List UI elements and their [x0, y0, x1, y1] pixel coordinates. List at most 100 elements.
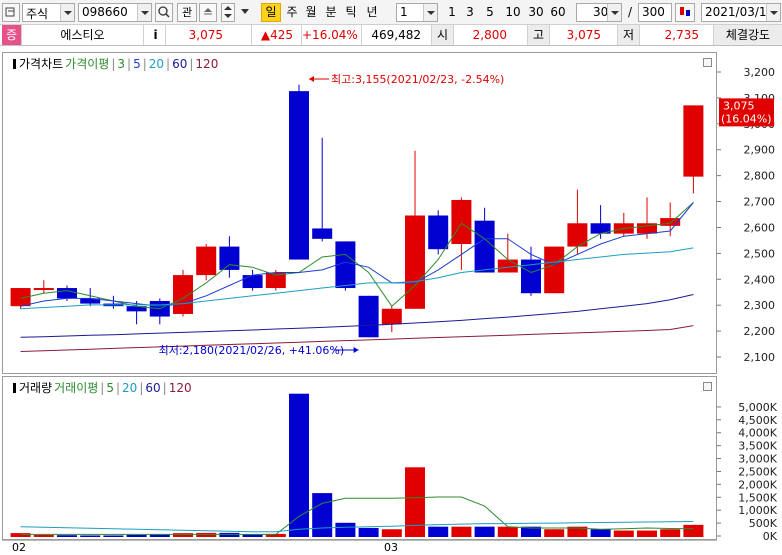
- price-legend-item[interactable]: 3: [117, 57, 125, 71]
- open-value: 2,800: [454, 25, 528, 45]
- candle-body: [312, 228, 333, 239]
- low-value: 2,735: [640, 25, 714, 45]
- tab-tick[interactable]: 틱: [342, 3, 360, 22]
- volume-tick-label: 5,000K: [738, 401, 777, 414]
- x-label-02: 02: [12, 541, 26, 554]
- tab-year[interactable]: 년: [362, 3, 382, 22]
- volume-value-text: 469,482: [371, 28, 421, 42]
- volume-bar: [544, 529, 565, 537]
- price-legend-item[interactable]: 60: [172, 57, 187, 71]
- code-input[interactable]: 098660: [78, 3, 152, 22]
- chevron-down-glyph: [241, 9, 249, 14]
- current-price-tag-value: 3,075: [723, 99, 755, 112]
- register-button[interactable]: 관: [177, 3, 197, 22]
- price-legend-item[interactable]: 5: [133, 57, 141, 71]
- search-icon[interactable]: [155, 3, 173, 22]
- volume-bar: [149, 534, 170, 537]
- tab-month[interactable]: 월: [302, 3, 320, 22]
- quick-unit-1[interactable]: 1: [444, 3, 460, 22]
- ma-line-5: [20, 202, 694, 307]
- volume-legend-item[interactable]: 120: [169, 381, 192, 395]
- tab-week[interactable]: 주: [283, 3, 301, 22]
- chevron-down-icon[interactable]: [137, 4, 151, 21]
- y-tick-label: 2,300: [744, 299, 776, 312]
- y-tick-label: 2,200: [744, 325, 776, 338]
- candle-body: [173, 275, 193, 314]
- quick-unit-30[interactable]: 30: [525, 3, 547, 22]
- legend-separator: |: [127, 57, 132, 71]
- price-legend-item[interactable]: 가격차트: [19, 57, 63, 71]
- more-icon[interactable]: [238, 3, 252, 22]
- volume-legend: 거래량 거래이평 | 5 | 20 | 60 | 120: [13, 379, 194, 396]
- price-legend-marker: [13, 59, 16, 69]
- total-input-value: 300: [642, 5, 665, 19]
- volume-chart-panel[interactable]: 거래량 거래이평 | 5 | 20 | 60 | 120: [2, 376, 717, 540]
- current-price: 3,075: [166, 25, 252, 45]
- chevron-down-icon[interactable]: [423, 4, 437, 21]
- quick-unit-label: 30: [528, 5, 544, 19]
- price-legend-item[interactable]: 120: [195, 57, 218, 71]
- volume-chart[interactable]: [3, 377, 716, 539]
- chart-options-icon[interactable]: [675, 3, 695, 22]
- candle-body: [219, 246, 240, 270]
- count-stepper[interactable]: 30: [576, 3, 622, 22]
- tab-minute[interactable]: 분: [322, 3, 340, 22]
- y-tick-label: 3,200: [744, 66, 776, 79]
- sync-icon[interactable]: [199, 3, 217, 22]
- stepper-arrows-icon[interactable]: [607, 4, 621, 21]
- volume-legend-item[interactable]: 5: [106, 381, 114, 395]
- quick-unit-5[interactable]: 5: [481, 3, 499, 22]
- price-legend-item[interactable]: 가격이평: [65, 57, 109, 71]
- legend-separator: |: [115, 381, 121, 395]
- quick-unit-3[interactable]: 3: [462, 3, 478, 22]
- stepper-icon[interactable]: [221, 3, 235, 22]
- minimize-icon[interactable]: [703, 382, 712, 391]
- volume-legend-item[interactable]: 20: [122, 381, 137, 395]
- info-icon[interactable]: i: [146, 25, 166, 45]
- tab-day[interactable]: 일: [261, 3, 281, 22]
- low-annotation: 최저:2,180(2021/02/26, +41.06%): [159, 344, 359, 357]
- market-select[interactable]: 주식: [22, 3, 75, 22]
- search-settings-icon[interactable]: [2, 3, 20, 22]
- legend-separator: |: [162, 381, 167, 395]
- quick-unit-10[interactable]: 10: [502, 3, 524, 22]
- volume-bar: [590, 529, 611, 537]
- volume-bar: [405, 467, 425, 537]
- candle-body: [683, 105, 704, 177]
- y-tick-label: 2,400: [744, 273, 776, 286]
- chevron-down-icon[interactable]: [60, 4, 74, 21]
- y-tick-label: 2,700: [744, 196, 776, 209]
- volume-legend-item[interactable]: 60: [145, 381, 160, 395]
- legend-separator: |: [166, 57, 171, 71]
- volume-legend-item[interactable]: 거래이평: [54, 381, 98, 395]
- candle-body: [289, 91, 309, 260]
- tab-year-label: 년: [366, 5, 378, 19]
- legend-separator: |: [100, 381, 105, 395]
- current-price-text: 3,075: [188, 28, 223, 42]
- high-label-text: 고: [532, 28, 545, 42]
- tab-month-label: 월: [305, 5, 317, 19]
- price-axis: 3,2003,1003,0002,9002,8002,7002,6002,500…: [717, 52, 782, 374]
- volume-bar: [335, 522, 356, 537]
- price-chart[interactable]: 최고:3,155(2021/02/23, -2.54%) 최저:2,180(202…: [3, 53, 716, 373]
- volume-tick-label: 500K: [749, 517, 778, 530]
- unit-select-value: 1: [400, 5, 408, 19]
- volume-legend-item[interactable]: 거래량: [19, 381, 52, 395]
- minimize-icon[interactable]: [703, 58, 712, 67]
- options-glyph: [680, 7, 690, 16]
- high-annotation-text: 최고:3,155(2021/02/23, -2.54%): [331, 73, 504, 86]
- volume-value: 469,482: [362, 25, 432, 45]
- price-chart-panel[interactable]: 최고:3,155(2021/02/23, -2.54%) 최저:2,180(202…: [2, 52, 717, 374]
- tool-icon: [5, 7, 15, 17]
- quick-unit-60[interactable]: 60: [547, 3, 569, 22]
- unit-select[interactable]: 1: [396, 3, 438, 22]
- toolbar: 주식 098660 관 일 주 월 분 틱 년 1 1 3 5 10 30 60…: [0, 0, 782, 25]
- candle-body: [33, 288, 54, 291]
- volume-bar: [474, 526, 495, 537]
- chevron-down-icon[interactable]: [766, 4, 780, 21]
- y-tick-label: 2,600: [744, 221, 776, 234]
- volume-tick-label: 1,500K: [738, 491, 777, 504]
- date-picker[interactable]: 2021/03/19: [701, 3, 781, 22]
- price-legend-item[interactable]: 20: [149, 57, 164, 71]
- total-input[interactable]: 300: [638, 3, 672, 22]
